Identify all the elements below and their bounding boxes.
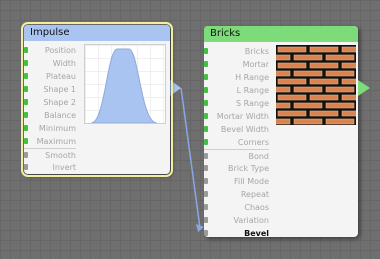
input-label: Invert [52,163,76,172]
input-port-dot[interactable] [24,86,28,92]
input-port-dot[interactable] [204,230,208,236]
input-port-dot[interactable] [204,178,208,184]
input-label: Width [52,59,76,68]
input-port-dot[interactable] [24,164,28,170]
bricks-input-repeat[interactable]: Repeat [204,188,269,201]
input-label: Smooth [45,151,76,160]
input-label: Shape 2 [43,98,76,107]
input-port-dot[interactable] [24,99,28,105]
bricks-input-s-range[interactable]: S Range [204,97,269,110]
bricks-input-brick-type[interactable]: Brick Type [204,162,269,175]
impulse-input-shape-1[interactable]: Shape 1 [24,83,76,96]
input-port-dot[interactable] [204,87,208,93]
bricks-input-fill-mode[interactable]: Fill Mode [204,175,269,188]
input-label: Corners [237,138,269,147]
input-port-dot[interactable] [204,48,208,54]
bricks-texture [276,45,356,125]
input-label: H Range [235,73,269,82]
node-canvas[interactable]: Impulse Position Width Plateau Shape 1 Shape… [0,0,380,259]
impulse-input-width[interactable]: Width [24,57,76,70]
input-label: Brick Type [228,164,269,173]
bricks-input-chaos[interactable]: Chaos [204,201,269,214]
input-label: Mortar [242,60,269,69]
input-port-dot[interactable] [204,165,208,171]
impulse-input-minimum[interactable]: Minimum [24,122,76,135]
input-port-dot[interactable] [204,204,208,210]
impulse-input-plateau[interactable]: Plateau [24,70,76,83]
bricks-texture-preview[interactable] [276,45,356,125]
input-port-dot[interactable] [24,125,28,131]
impulse-input-shape-2[interactable]: Shape 2 [24,96,76,109]
input-port-dot[interactable] [204,217,208,223]
input-label: Bevel [244,229,269,237]
input-port-dot[interactable] [204,153,208,159]
input-label: Variation [233,216,270,225]
bricks-input-variation[interactable]: Variation [204,214,269,227]
input-label: Plateau [46,72,76,81]
input-port-dot[interactable] [204,61,208,67]
impulse-curve-preview[interactable] [84,44,166,124]
input-port-dot[interactable] [204,139,208,145]
input-label: Maximum [36,137,76,146]
input-port-dot[interactable] [24,47,28,53]
input-label: Balance [44,111,76,120]
bricks-node[interactable]: Bricks Bricks Mortar H Range L Range S Range… [204,26,358,237]
bricks-title[interactable]: Bricks [204,26,358,42]
bricks-input-mortar[interactable]: Mortar [204,58,269,71]
input-label: L Range [236,86,269,95]
input-label: Minimum [38,124,76,133]
input-label: Mortar Width [216,112,269,121]
input-label: Bond [248,152,269,161]
bricks-input-bevel[interactable]: Bevel [204,227,269,237]
bricks-input-bevel-width[interactable]: Bevel Width [204,123,269,136]
input-label: Repeat [240,190,269,199]
impulse-title[interactable]: Impulse [24,25,170,41]
input-label: Shape 1 [43,85,76,94]
input-port-dot[interactable] [204,191,208,197]
input-label: Fill Mode [233,177,269,186]
impulse-input-smooth[interactable]: Smooth [24,148,76,161]
input-port-dot[interactable] [24,73,28,79]
bricks-input-bricks[interactable]: Bricks [204,45,269,58]
bricks-input-bond[interactable]: Bond [204,149,269,162]
input-label: Bricks [244,47,269,56]
input-label: Bevel Width [220,125,269,134]
input-label: Position [44,46,76,55]
input-port-dot[interactable] [204,126,208,132]
input-port-dot[interactable] [24,138,28,144]
impulse-input-invert[interactable]: Invert [24,161,76,174]
input-port-dot[interactable] [24,60,28,66]
impulse-curve [85,45,165,124]
input-port-dot[interactable] [24,112,28,118]
input-port-dot[interactable] [204,74,208,80]
input-port-dot[interactable] [204,100,208,106]
input-port-dot[interactable] [204,113,208,119]
input-label: S Range [236,99,269,108]
bricks-input-l-range[interactable]: L Range [204,84,269,97]
input-port-dot[interactable] [24,152,28,158]
impulse-node[interactable]: Impulse Position Width Plateau Shape 1 Shape… [21,22,173,177]
bricks-input-mortar-width[interactable]: Mortar Width [204,110,269,123]
impulse-output-arrow [170,80,181,96]
bricks-input-corners[interactable]: Corners [204,136,269,149]
impulse-input-balance[interactable]: Balance [24,109,76,122]
input-label: Chaos [244,203,269,212]
impulse-input-position[interactable]: Position [24,44,76,57]
impulse-input-maximum[interactable]: Maximum [24,135,76,148]
bricks-input-h-range[interactable]: H Range [204,71,269,84]
